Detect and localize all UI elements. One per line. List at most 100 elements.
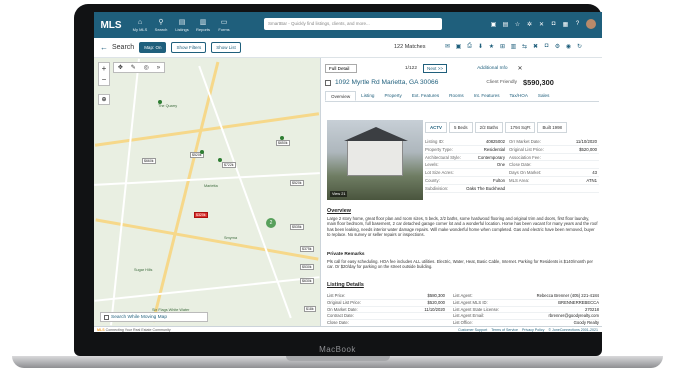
map-marker[interactable] — [280, 136, 284, 140]
forms-icon: ▭ — [220, 18, 228, 26]
map-on-button[interactable]: Map: On — [139, 42, 167, 53]
star-icon[interactable]: ☆ — [514, 21, 521, 28]
footer-link-support[interactable]: Customer Support — [458, 328, 487, 332]
help-icon[interactable]: ? — [574, 21, 581, 27]
settings-icon[interactable]: ⚙ — [554, 43, 561, 50]
map-view[interactable]: + − ✥ ✎ ◎ » ⊕ The Quarry Marietta Smyrna … — [94, 58, 320, 326]
laptop-notch — [286, 356, 390, 361]
tab-listing[interactable]: Listing — [356, 91, 379, 101]
footer-brand: MLS Connecting Your Real Estate Communit… — [97, 328, 171, 332]
photo-count[interactable]: View 21 — [330, 191, 348, 197]
footer-copyright: © JoneConnections 2001-2021 — [548, 328, 598, 332]
status-badge: ACTV — [425, 122, 447, 133]
map-marker[interactable] — [218, 158, 222, 162]
tab-overview[interactable]: Overview — [325, 91, 357, 101]
listing-row: Original List Price: $520,000 List Agent M… — [327, 299, 599, 307]
search-icon: ⚲ — [158, 18, 164, 26]
tab-rooms[interactable]: Rooms — [444, 91, 469, 101]
private-remarks-title: Private Remarks — [327, 252, 365, 257]
map-marker[interactable] — [158, 100, 162, 104]
gear-icon[interactable]: ✲ — [526, 21, 533, 28]
fact-row: County: Fulton MLS Area: ATN1 — [425, 177, 599, 185]
map-price-pin[interactable]: $530k — [300, 264, 314, 270]
fact-row: Levels: One Close Date: — [425, 161, 599, 170]
overview-section: Overview Large 2 story home, great floor… — [327, 208, 599, 238]
view-select[interactable]: Full Detail — [325, 64, 357, 73]
favorite-icon[interactable]: ★ — [488, 43, 495, 50]
listing-address[interactable]: 1092 Myrtle Rd Marietta, GA 30066 — [335, 79, 438, 86]
locate-icon[interactable]: ⊕ — [98, 94, 110, 105]
map-price-pin[interactable]: $660k — [142, 158, 156, 164]
download-icon[interactable]: ⬇ — [477, 43, 484, 50]
map-price-pin[interactable]: $375k — [300, 246, 314, 252]
chart-icon[interactable]: ▥ — [510, 43, 517, 50]
map-price-pin[interactable]: $650k — [276, 140, 290, 146]
cart-icon[interactable]: ⊞ — [499, 43, 506, 50]
mls-logo[interactable]: MLS — [94, 12, 128, 38]
view-icon[interactable]: ◉ — [565, 43, 572, 50]
footer-link-terms[interactable]: Terms of Service — [491, 328, 518, 332]
avatar[interactable] — [586, 19, 596, 29]
expand-icon[interactable]: » — [157, 65, 160, 71]
trash-icon[interactable]: ✖ — [532, 43, 539, 50]
tab-property[interactable]: Property — [379, 91, 406, 101]
show-filters-button[interactable]: Show Filters — [171, 42, 207, 53]
back-arrow-icon[interactable]: ← — [100, 43, 108, 52]
documents-icon[interactable]: ▤ — [502, 21, 509, 28]
tab-ext-features[interactable]: Ext. Features — [407, 91, 444, 101]
map-price-pin[interactable]: $630k — [300, 278, 314, 284]
map-price-pin[interactable]: $722k — [222, 162, 236, 168]
nav-item-listings[interactable]: ▤ Listings — [174, 19, 190, 32]
nav-item-my-mls[interactable]: ⌂ My MLS — [132, 19, 148, 32]
nav-item-search[interactable]: ⚲ Search — [153, 19, 169, 32]
nav-item-forms[interactable]: ▭ Forms — [216, 19, 232, 32]
map-place-label: Smyrna — [224, 236, 238, 240]
checkbox[interactable] — [104, 314, 109, 320]
private-remarks-section: Private Remarks Pls call for easy schedu… — [327, 252, 599, 270]
zoom-out-icon[interactable]: − — [99, 74, 109, 85]
listing-details-title: Listing Details — [327, 282, 364, 288]
map-road — [94, 276, 320, 302]
map-price-pin[interactable]: $535k — [290, 224, 304, 230]
tools-icon[interactable]: ✕ — [538, 21, 545, 28]
next-button[interactable]: Next >> — [423, 64, 448, 73]
reports-icon: ▥ — [199, 18, 207, 26]
close-icon[interactable]: ✕ — [518, 65, 523, 72]
listing-details-header: Listing Details — [327, 282, 599, 290]
save-icon[interactable]: ▣ — [455, 43, 462, 50]
tab-tax-hoa[interactable]: Tax/HOA — [505, 91, 533, 101]
show-list-button[interactable]: Show List — [211, 42, 241, 53]
refresh-icon[interactable]: ↻ — [576, 43, 583, 50]
selected-price-pin[interactable]: $320k — [194, 212, 208, 218]
select-checkbox[interactable] — [325, 79, 331, 86]
tab-sales[interactable]: Sales — [533, 91, 555, 101]
email-icon[interactable]: ✉ — [444, 43, 451, 50]
match-count: 122 Matches — [394, 44, 426, 50]
map-zoom-controls[interactable]: + − — [98, 62, 110, 86]
map-cluster[interactable]: 2 — [266, 218, 276, 228]
draw-icon[interactable]: ✎ — [131, 64, 136, 71]
folder-icon[interactable]: ▣ — [490, 21, 497, 28]
smartbar-input[interactable]: SmartBar - Quickly find listings, client… — [264, 18, 442, 30]
tab-int-features[interactable]: Int. Features — [469, 91, 505, 101]
map-marker[interactable] — [200, 150, 204, 154]
compare-icon[interactable]: ⇆ — [521, 43, 528, 50]
logo-text: MLS — [100, 19, 122, 31]
print-icon[interactable]: ⎙ — [466, 43, 473, 50]
client-friendly-toggle[interactable]: Client Friendly — [486, 80, 517, 85]
zoom-in-icon[interactable]: + — [99, 63, 109, 74]
map-price-pin[interactable]: $520k — [290, 180, 304, 186]
additional-info-link[interactable]: Additional Info — [477, 66, 507, 71]
move-icon[interactable]: ✥ — [118, 64, 123, 71]
map-road — [95, 218, 319, 261]
footer-link-privacy[interactable]: Privacy Policy — [522, 328, 544, 332]
target-icon[interactable]: ◎ — [144, 64, 149, 71]
listing-photo[interactable]: View 21 — [327, 120, 423, 200]
grid-icon[interactable]: ▦ — [562, 21, 569, 28]
car-route-icon[interactable]: ◘ — [543, 43, 550, 50]
search-while-moving-toggle[interactable]: Search While Moving Map — [100, 312, 208, 322]
nav-item-reports[interactable]: ▥ Reports — [195, 19, 211, 32]
car-icon[interactable]: ◘ — [550, 21, 557, 27]
map-price-pin[interactable]: $18k — [304, 306, 316, 312]
home-icon: ⌂ — [137, 18, 143, 26]
